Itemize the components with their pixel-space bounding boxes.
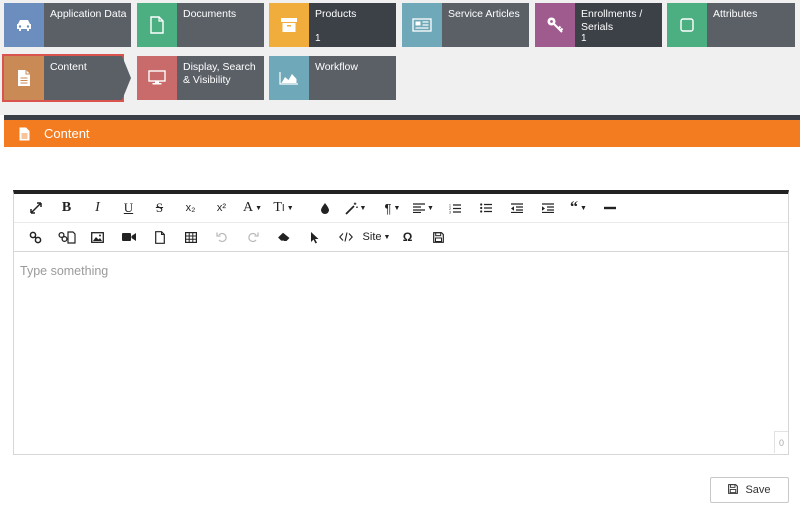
magic-format-button[interactable]: ▼ xyxy=(340,196,371,220)
toolbar-row-2: Site ▼ Ω xyxy=(14,223,788,252)
horizontal-rule-button[interactable] xyxy=(594,196,625,220)
document-icon xyxy=(4,127,44,141)
key-icon xyxy=(535,3,575,47)
section-tiles: Application Data Documents Products 1 Ser… xyxy=(0,0,800,115)
ordered-list-button[interactable]: 123 xyxy=(439,196,470,220)
indent-icon xyxy=(541,203,554,213)
special-characters-button[interactable]: Ω xyxy=(392,225,423,249)
image-icon xyxy=(91,231,104,243)
rich-text-editor: B I U S x₂ x² A ▼ T I ▼ ▼ ¶ ▼ ▼ 123 “▼ S… xyxy=(13,190,789,455)
tile-count: 1 xyxy=(581,33,587,44)
color-fill-button[interactable] xyxy=(309,196,340,220)
editor-content-area[interactable]: Type something 0 xyxy=(14,252,788,453)
eraser-icon xyxy=(277,232,289,242)
bold-button[interactable]: B xyxy=(51,196,82,220)
align-left-icon xyxy=(413,203,426,213)
tile-products[interactable]: Products 1 xyxy=(269,3,396,47)
news-icon xyxy=(402,3,442,47)
tile-label: Display, Search & Visibility xyxy=(183,61,256,86)
expand-icon xyxy=(29,202,42,214)
tile-service-articles[interactable]: Service Articles xyxy=(402,3,529,47)
superscript-button[interactable]: x² xyxy=(206,196,237,220)
file-link-icon xyxy=(57,230,76,244)
link-button[interactable] xyxy=(20,225,51,249)
site-dropdown[interactable]: Site ▼ xyxy=(361,225,392,249)
toolbar-row-1: B I U S x₂ x² A ▼ T I ▼ ▼ ¶ ▼ ▼ 123 “▼ xyxy=(14,194,788,223)
save-button[interactable]: Save xyxy=(710,477,789,503)
undo-icon xyxy=(215,232,227,243)
tile-label: Documents xyxy=(183,8,237,20)
tile-label: Workflow xyxy=(315,61,358,73)
table-icon xyxy=(184,231,197,243)
ordered-list-icon: 123 xyxy=(449,203,461,214)
tile-label: Products xyxy=(315,8,357,20)
quote-button[interactable]: “▼ xyxy=(563,196,594,220)
tile-label: Enrollments / Serials xyxy=(581,8,643,33)
font-size-button[interactable]: T I ▼ xyxy=(268,196,299,220)
redo-icon xyxy=(247,232,259,243)
video-camera-icon xyxy=(121,233,136,241)
editor-placeholder: Type something xyxy=(20,264,109,278)
fullscreen-button[interactable] xyxy=(20,196,51,220)
insert-video-button[interactable] xyxy=(113,225,144,249)
clear-formatting-button[interactable] xyxy=(268,225,299,249)
insert-image-button[interactable] xyxy=(82,225,113,249)
tile-attributes[interactable]: Attributes xyxy=(667,3,795,47)
indent-button[interactable] xyxy=(532,196,563,220)
active-arrow xyxy=(122,56,131,100)
tile-workflow[interactable]: Workflow xyxy=(269,56,396,100)
save-content-button[interactable] xyxy=(423,225,454,249)
outdent-icon xyxy=(510,203,523,213)
align-button[interactable]: ▼ xyxy=(408,196,439,220)
tile-label: Attributes xyxy=(713,8,758,20)
undo-button[interactable] xyxy=(206,225,237,249)
select-all-button[interactable] xyxy=(299,225,330,249)
box-icon xyxy=(269,3,309,47)
monitor-icon xyxy=(137,56,177,100)
car-icon xyxy=(4,3,44,47)
minus-icon xyxy=(603,206,616,210)
insert-file-link-button[interactable] xyxy=(51,225,82,249)
code-view-button[interactable] xyxy=(330,225,361,249)
unordered-list-button[interactable] xyxy=(470,196,501,220)
tile-documents[interactable]: Documents xyxy=(137,3,264,47)
file-icon xyxy=(154,230,165,244)
tile-label: Service Articles xyxy=(448,8,520,20)
tile-content[interactable]: Content xyxy=(4,56,131,100)
underline-button[interactable]: U xyxy=(113,196,144,220)
area-chart-icon xyxy=(269,56,309,100)
outdent-button[interactable] xyxy=(501,196,532,220)
redo-button[interactable] xyxy=(237,225,268,249)
cursor-icon xyxy=(310,231,318,243)
document-icon xyxy=(4,56,44,100)
tile-display-search-visibility[interactable]: Display, Search & Visibility xyxy=(137,56,264,100)
panel-header: Content xyxy=(4,120,800,147)
file-icon xyxy=(137,3,177,47)
floppy-disk-icon xyxy=(433,231,444,243)
tile-count: 1 xyxy=(315,33,321,44)
insert-file-button[interactable] xyxy=(144,225,175,249)
italic-button[interactable]: I xyxy=(82,196,113,220)
droplet-icon xyxy=(320,203,329,214)
square-icon xyxy=(667,3,707,47)
strikethrough-button[interactable]: S xyxy=(144,196,175,220)
tile-enrollments-serials[interactable]: Enrollments / Serials 1 xyxy=(535,3,662,47)
tile-label: Application Data xyxy=(50,8,127,20)
subscript-button[interactable]: x₂ xyxy=(175,196,206,220)
link-icon xyxy=(29,231,42,243)
character-counter: 0 xyxy=(774,431,788,453)
paragraph-button[interactable]: ¶ ▼ xyxy=(377,196,408,220)
insert-table-button[interactable] xyxy=(175,225,206,249)
panel-title: Content xyxy=(44,126,90,141)
tile-label: Content xyxy=(50,61,87,73)
floppy-disk-icon xyxy=(728,483,739,497)
save-label: Save xyxy=(745,484,771,496)
magic-wand-icon xyxy=(344,202,358,215)
font-color-button[interactable]: A ▼ xyxy=(237,196,268,220)
bullet-list-icon xyxy=(479,203,492,213)
tile-application-data[interactable]: Application Data xyxy=(4,3,131,47)
svg-text:3: 3 xyxy=(449,210,451,214)
code-icon xyxy=(338,232,353,242)
